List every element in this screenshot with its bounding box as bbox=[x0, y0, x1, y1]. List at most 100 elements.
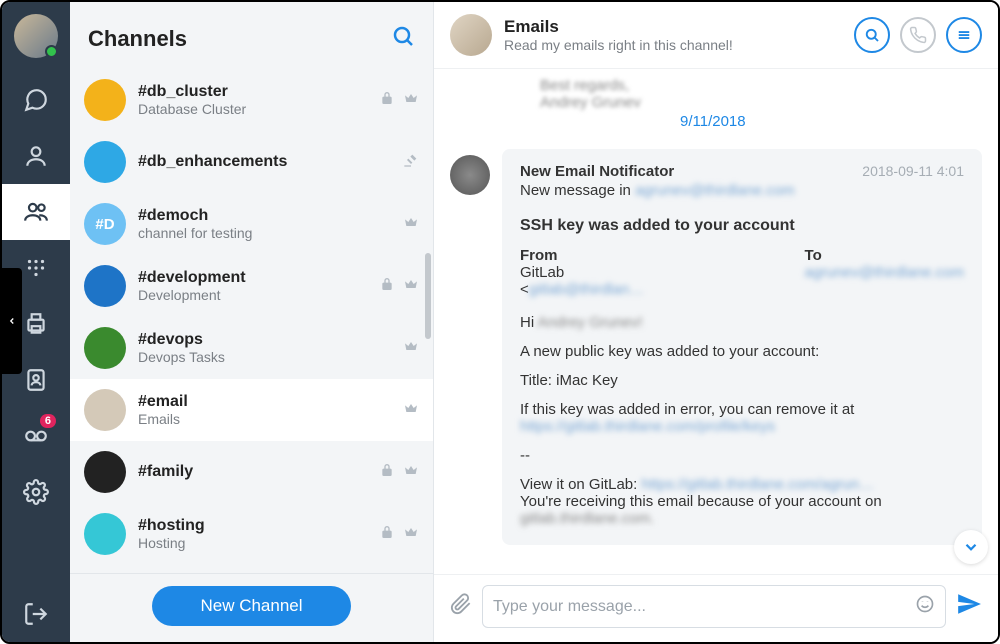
channel-avatar bbox=[84, 79, 126, 121]
email-divider: -- bbox=[520, 447, 964, 464]
search-icon[interactable] bbox=[391, 24, 415, 53]
scrollbar-thumb[interactable] bbox=[425, 253, 431, 339]
profile-avatar[interactable] bbox=[14, 14, 58, 58]
email-body-line: A new public key was added to your accou… bbox=[520, 343, 964, 360]
scroll-down-button[interactable] bbox=[954, 530, 988, 564]
gavel-icon bbox=[403, 152, 419, 173]
channel-status-icons bbox=[403, 214, 419, 235]
channel-status-icons bbox=[403, 400, 419, 421]
channel-desc: Development bbox=[138, 287, 379, 303]
chat-header: Emails Read my emails right in this chan… bbox=[434, 2, 998, 69]
channel-name: #db_cluster bbox=[138, 83, 379, 101]
prev-message-line: Andrey Grunev bbox=[540, 94, 982, 111]
channel-avatar bbox=[84, 451, 126, 493]
channel-status-icons bbox=[403, 152, 419, 173]
crown-icon bbox=[403, 524, 419, 545]
nav-logout[interactable] bbox=[2, 586, 70, 642]
message-input[interactable] bbox=[493, 598, 915, 616]
emoji-icon[interactable] bbox=[915, 594, 935, 619]
crown-icon bbox=[403, 338, 419, 359]
sender-name: New Email Notificator bbox=[520, 163, 674, 180]
chat-area: Emails Read my emails right in this chan… bbox=[434, 2, 998, 642]
nav-groups[interactable] bbox=[2, 184, 70, 240]
channel-item[interactable]: #hostingHosting bbox=[70, 503, 433, 565]
chat-body: Best regards, Andrey Grunev 9/11/2018 Ne… bbox=[434, 69, 998, 574]
channel-avatar bbox=[84, 327, 126, 369]
channel-name: #devops bbox=[138, 331, 403, 349]
channel-item[interactable]: #emailEmails bbox=[70, 379, 433, 441]
crown-icon bbox=[403, 90, 419, 111]
composer bbox=[434, 574, 998, 642]
email-body-line: You're receiving this email because of y… bbox=[520, 493, 964, 527]
lock-icon bbox=[379, 462, 395, 483]
panel-header: Channels bbox=[70, 2, 433, 69]
channel-status-icons bbox=[379, 524, 419, 545]
channel-item[interactable]: #D #demochchannel for testing bbox=[70, 193, 433, 255]
channel-item[interactable]: #devopsDevops Tasks bbox=[70, 317, 433, 379]
lock-icon bbox=[379, 90, 395, 111]
to-label: To bbox=[805, 247, 964, 264]
nav-addressbook[interactable] bbox=[2, 352, 70, 408]
channel-desc: Emails bbox=[138, 411, 403, 427]
attach-icon[interactable] bbox=[450, 593, 472, 620]
lock-icon bbox=[379, 276, 395, 297]
chat-call-button[interactable] bbox=[900, 17, 936, 53]
channel-desc: channel for testing bbox=[138, 225, 403, 241]
channel-name: #hosting bbox=[138, 517, 379, 535]
channel-item[interactable]: #db_enhancements bbox=[70, 131, 433, 193]
chat-avatar bbox=[450, 14, 492, 56]
crown-icon bbox=[403, 462, 419, 483]
channel-status-icons bbox=[379, 90, 419, 111]
nav-settings[interactable] bbox=[2, 464, 70, 520]
email-from-to: From GitLab <gitlab@thirdlan… To agrunev… bbox=[520, 247, 964, 298]
nav-conversations[interactable] bbox=[2, 72, 70, 128]
channel-name: #email bbox=[138, 393, 403, 411]
prev-message-line: Best regards, bbox=[540, 77, 982, 94]
channel-desc: Hosting bbox=[138, 535, 379, 551]
channel-item[interactable]: #db_clusterDatabase Cluster bbox=[70, 69, 433, 131]
crown-icon bbox=[403, 400, 419, 421]
email-body-line: Title: iMac Key bbox=[520, 372, 964, 389]
channel-name: #democh bbox=[138, 207, 403, 225]
sender-avatar bbox=[450, 155, 490, 195]
nav-contacts[interactable] bbox=[2, 128, 70, 184]
channel-list: #db_clusterDatabase Cluster#db_enhanceme… bbox=[70, 69, 433, 573]
chat-subtitle: Read my emails right in this channel! bbox=[504, 37, 854, 53]
send-icon[interactable] bbox=[956, 591, 982, 622]
channel-item[interactable]: #developmentDevelopment bbox=[70, 255, 433, 317]
channel-avatar bbox=[84, 265, 126, 307]
nav-voicemail[interactable]: 6 bbox=[2, 408, 70, 464]
email-body-line: View it on GitLab: https://gitlab.thirdl… bbox=[520, 476, 964, 493]
panel-title: Channels bbox=[88, 26, 187, 52]
email-greeting: Hi Andrey Grunev! bbox=[520, 314, 964, 331]
channel-avatar: #D bbox=[84, 203, 126, 245]
message-bubble: New Email Notificator 2018-09-11 4:01 Ne… bbox=[502, 149, 982, 545]
channel-avatar bbox=[84, 389, 126, 431]
email-subject: SSH key was added to your account bbox=[520, 217, 964, 235]
presence-online-dot bbox=[45, 45, 58, 58]
channel-avatar bbox=[84, 513, 126, 555]
email-body-line: If this key was added in error, you can … bbox=[520, 401, 964, 435]
new-channel-button[interactable]: New Channel bbox=[152, 586, 350, 626]
lock-icon bbox=[379, 524, 395, 545]
channels-panel: Channels #db_clusterDatabase Cluster#db_… bbox=[70, 2, 434, 642]
chat-search-button[interactable] bbox=[854, 17, 890, 53]
channel-avatar bbox=[84, 141, 126, 183]
channel-name: #family bbox=[138, 463, 379, 481]
channel-name: #development bbox=[138, 269, 379, 287]
channel-status-icons bbox=[379, 462, 419, 483]
channel-desc: Database Cluster bbox=[138, 101, 379, 117]
crown-icon bbox=[403, 276, 419, 297]
channel-status-icons bbox=[379, 276, 419, 297]
message-intro: New message in agrunev@thirdlane.com bbox=[520, 182, 964, 199]
date-separator: 9/11/2018 bbox=[680, 113, 746, 130]
crown-icon bbox=[403, 214, 419, 235]
chat-menu-button[interactable] bbox=[946, 17, 982, 53]
channel-item[interactable]: #family bbox=[70, 441, 433, 503]
chat-title: Emails bbox=[504, 17, 854, 37]
channel-status-icons bbox=[403, 338, 419, 359]
panel-footer: New Channel bbox=[70, 573, 433, 642]
nav-rail: 6 bbox=[2, 2, 70, 642]
nav-fax[interactable] bbox=[2, 296, 70, 352]
from-label: From bbox=[520, 247, 685, 264]
